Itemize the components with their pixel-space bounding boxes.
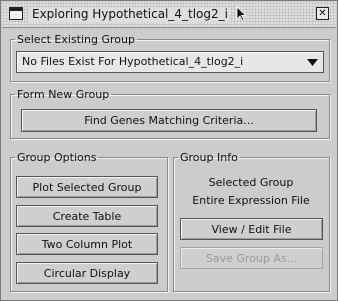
group-info-legend: Group Info <box>180 151 238 164</box>
find-genes-button[interactable]: Find Genes Matching Criteria... <box>21 109 317 132</box>
chevron-down-icon[interactable] <box>307 59 318 66</box>
title-bar[interactable]: Exploring Hypothetical_4_tlog2_i ✕ <box>2 2 336 28</box>
window-menu-icon[interactable] <box>9 7 23 20</box>
view-edit-file-button[interactable]: View / Edit File <box>180 218 323 240</box>
select-existing-group-legend: Select Existing Group <box>17 33 135 46</box>
form-new-group-legend: Form New Group <box>17 88 110 101</box>
close-window-button[interactable]: ✕ <box>316 7 329 20</box>
circular-display-button[interactable]: Circular Display <box>16 262 158 284</box>
create-table-button[interactable]: Create Table <box>16 205 158 227</box>
existing-group-select-value: No Files Exist For Hypothetical_4_tlog2_… <box>22 55 244 68</box>
group-options-legend: Group Options <box>17 151 97 164</box>
two-column-plot-button[interactable]: Two Column Plot <box>16 233 158 255</box>
selected-group-value: Entire Expression File <box>192 194 310 207</box>
existing-group-select[interactable]: No Files Exist For Hypothetical_4_tlog2_… <box>16 51 324 73</box>
selected-group-label: Selected Group <box>208 176 294 189</box>
mouse-cursor-icon <box>236 6 246 22</box>
explore-window: Exploring Hypothetical_4_tlog2_i ✕ Selec… <box>0 0 338 301</box>
window-title: Exploring Hypothetical_4_tlog2_i <box>29 7 231 22</box>
save-group-as-button[interactable]: Save Group As... <box>180 247 323 269</box>
plot-selected-group-button[interactable]: Plot Selected Group <box>16 176 158 198</box>
